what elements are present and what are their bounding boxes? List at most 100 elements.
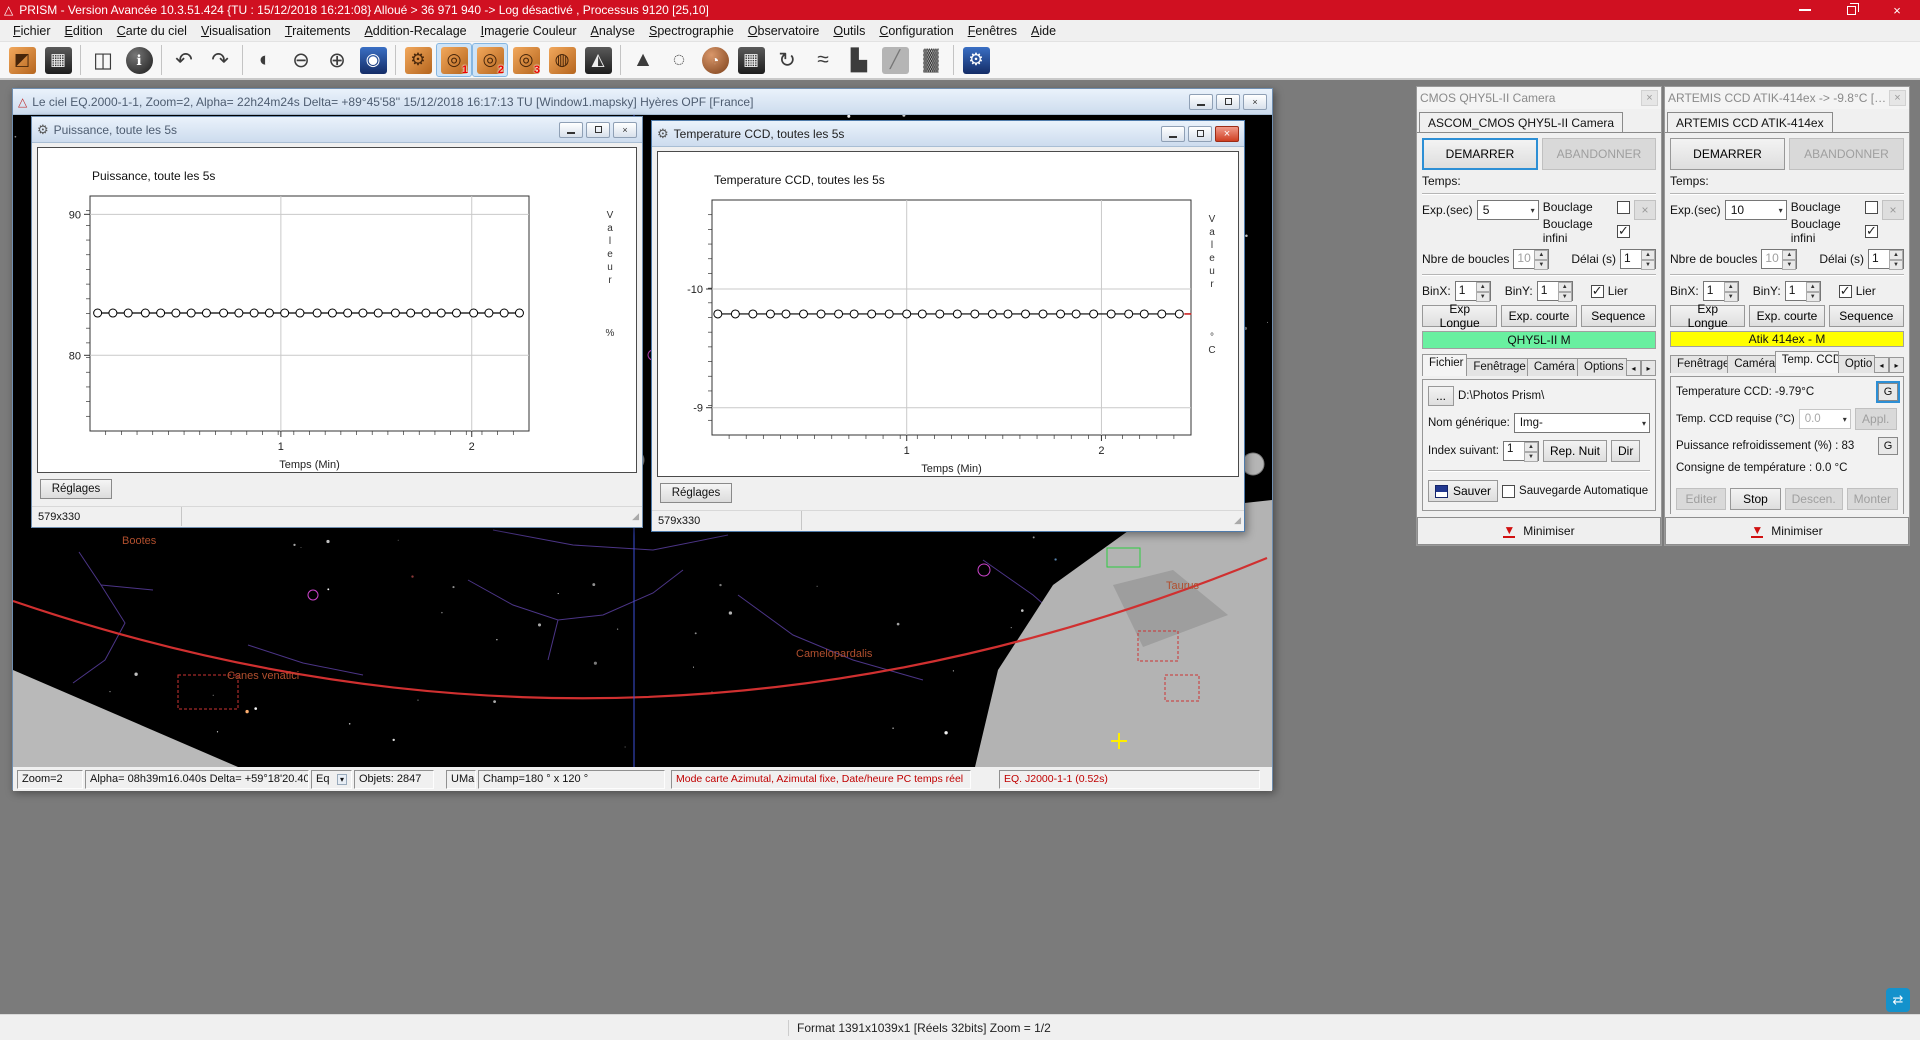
generic-name-select[interactable]: Img-▾ xyxy=(1514,413,1650,433)
close-button[interactable]: × xyxy=(613,122,637,138)
descen-button[interactable]: Descen. xyxy=(1785,488,1843,510)
maximize-button[interactable] xyxy=(586,122,610,138)
menu-visualisation[interactable]: Visualisation xyxy=(194,21,278,41)
exp-courte-button[interactable]: Exp. courte xyxy=(1749,305,1824,327)
tab-fen-trage[interactable]: Fenêtrage xyxy=(1466,358,1528,376)
rotate-icon[interactable]: ↻ xyxy=(769,43,805,77)
close-button[interactable]: × xyxy=(1243,94,1267,110)
image-preview-icon[interactable]: ◉ xyxy=(355,43,391,77)
camera-3-icon[interactable]: ◎3 xyxy=(508,43,544,77)
automation-icon[interactable]: ⚙ xyxy=(958,43,994,77)
tab-scroll-left-icon[interactable]: ◂ xyxy=(1874,357,1889,373)
curve-icon[interactable]: ≈ xyxy=(805,43,841,77)
tab-cam-ra[interactable]: Caméra xyxy=(1727,355,1775,373)
tab-temp-ccd[interactable]: Temp. CCD xyxy=(1775,351,1839,373)
sequence-button[interactable]: Sequence xyxy=(1829,305,1904,327)
calibration-icon[interactable]: ◔ xyxy=(697,43,733,77)
calib-image-icon[interactable]: ▦ xyxy=(733,43,769,77)
minimize-panel-button[interactable]: ▼ Minimiser xyxy=(1417,517,1661,545)
menu-addition-recalage[interactable]: Addition-Recalage xyxy=(357,21,473,41)
delay-stepper[interactable]: 1▲▼ xyxy=(1868,249,1904,269)
loop-checkbox[interactable] xyxy=(1865,201,1878,214)
tab-fen-trage[interactable]: Fenêtrage xyxy=(1670,355,1728,373)
biny-stepper[interactable]: 1▲▼ xyxy=(1537,281,1573,301)
chart-window-titlebar[interactable]: ⚙Puissance, toute les 5s× xyxy=(32,117,642,143)
minimize-button[interactable] xyxy=(1161,126,1185,142)
exposure-select[interactable]: 5▾ xyxy=(1477,200,1539,220)
link-bin-checkbox[interactable] xyxy=(1839,285,1852,298)
tab-scroll-left-icon[interactable]: ◂ xyxy=(1626,360,1641,376)
apply-button[interactable]: Appl. xyxy=(1855,408,1897,430)
abort-button[interactable]: ABANDONNER xyxy=(1542,138,1656,170)
minimize-button[interactable] xyxy=(1782,0,1828,20)
focuser-icon[interactable]: ◍ xyxy=(544,43,580,77)
night-report-button[interactable]: Rep. Nuit xyxy=(1543,440,1607,462)
redo-icon[interactable]: ↷ xyxy=(202,43,238,77)
next-index-stepper[interactable]: 1▲▼ xyxy=(1503,441,1539,461)
tab-optio[interactable]: Optio xyxy=(1838,355,1875,373)
tab-cam-ra[interactable]: Caméra xyxy=(1527,358,1578,376)
link-bin-checkbox[interactable] xyxy=(1591,285,1604,298)
exp-longue-button[interactable]: Exp Longue xyxy=(1422,305,1497,327)
image-adjust-icon[interactable]: ◫ xyxy=(85,43,121,77)
tab-options[interactable]: Options xyxy=(1577,358,1627,376)
loop-infinite-checkbox[interactable] xyxy=(1617,225,1630,238)
remote-control-icon[interactable]: ⇄ xyxy=(1886,988,1910,1012)
open-image-icon[interactable]: ◩ xyxy=(4,43,40,77)
chart-window-titlebar[interactable]: ⚙Temperature CCD, toutes les 5s× xyxy=(652,121,1244,147)
flat-field-icon[interactable]: ╱ xyxy=(877,43,913,77)
minimize-button[interactable] xyxy=(559,122,583,138)
start-button[interactable]: DEMARRER xyxy=(1422,138,1538,170)
stop-button[interactable]: Stop xyxy=(1730,488,1780,510)
cancel-exposure-button[interactable]: × xyxy=(1882,200,1904,220)
sky-status-eq[interactable]: Eq▾ xyxy=(311,770,352,789)
menu-carte-du-ciel[interactable]: Carte du ciel xyxy=(110,21,194,41)
histogram-icon[interactable]: ▓ xyxy=(913,43,949,77)
browse-button[interactable]: ... xyxy=(1428,386,1454,406)
menu-fen-tres[interactable]: Fenêtres xyxy=(961,21,1024,41)
start-button[interactable]: DEMARRER xyxy=(1670,138,1785,170)
required-temp-select[interactable]: 0.0▾ xyxy=(1799,409,1851,429)
binx-stepper[interactable]: 1▲▼ xyxy=(1703,281,1739,301)
abort-button[interactable]: ABANDONNER xyxy=(1789,138,1904,170)
sequence-button[interactable]: Sequence xyxy=(1581,305,1656,327)
menu-analyse[interactable]: Analyse xyxy=(584,21,642,41)
resize-grip[interactable]: ◢ xyxy=(632,511,639,522)
exp-longue-button[interactable]: Exp Longue xyxy=(1670,305,1745,327)
tab-scroll-right-icon[interactable]: ▸ xyxy=(1641,360,1656,376)
editer-button[interactable]: Editer xyxy=(1676,488,1726,510)
binx-stepper[interactable]: 1▲▼ xyxy=(1455,281,1491,301)
menu-observatoire[interactable]: Observatoire xyxy=(741,21,827,41)
autosave-checkbox[interactable] xyxy=(1502,485,1515,498)
minimize-button[interactable] xyxy=(1189,94,1213,110)
graph-button[interactable]: G xyxy=(1878,383,1898,401)
dir-button[interactable]: Dir xyxy=(1611,440,1640,462)
photometry-icon[interactable]: ▲ xyxy=(625,43,661,77)
biny-stepper[interactable]: 1▲▼ xyxy=(1785,281,1821,301)
zoom-in-icon[interactable]: ⊕ xyxy=(319,43,355,77)
monter-button[interactable]: Monter xyxy=(1847,488,1898,510)
save-icon[interactable]: ▦ xyxy=(40,43,76,77)
camera-2-icon[interactable]: ◎2 xyxy=(472,43,508,77)
cancel-exposure-button[interactable]: × xyxy=(1634,200,1656,220)
loops-count-stepper[interactable]: 10▲▼ xyxy=(1761,249,1797,269)
close-icon[interactable]: × xyxy=(1641,90,1658,106)
menu-aide[interactable]: Aide xyxy=(1024,21,1063,41)
loop-infinite-checkbox[interactable] xyxy=(1865,225,1878,238)
menu-imagerie-couleur[interactable]: Imagerie Couleur xyxy=(474,21,584,41)
stats-bars-icon[interactable]: ▙ xyxy=(841,43,877,77)
zoom-out-icon[interactable]: ⊖ xyxy=(283,43,319,77)
sky-window-titlebar[interactable]: △ Le ciel EQ.2000-1-1, Zoom=2, Alpha= 22… xyxy=(13,89,1272,115)
exposure-select[interactable]: 10▾ xyxy=(1725,200,1787,220)
resize-grip[interactable]: ◢ xyxy=(1234,515,1241,526)
chart-settings-button[interactable]: Réglages xyxy=(660,483,732,503)
undo-icon[interactable]: ↶ xyxy=(166,43,202,77)
tab-fichier[interactable]: Fichier xyxy=(1422,354,1467,376)
camera-1-icon[interactable]: ◎1 xyxy=(436,43,472,77)
tab-scroll-right-icon[interactable]: ▸ xyxy=(1889,357,1904,373)
contrast-icon[interactable]: ◐ xyxy=(247,43,283,77)
minimize-panel-button[interactable]: ▼ Minimiser xyxy=(1665,517,1909,545)
maximize-button[interactable] xyxy=(1216,94,1240,110)
mount-gear-icon[interactable]: ⚙ xyxy=(400,43,436,77)
menu-edition[interactable]: Edition xyxy=(58,21,110,41)
